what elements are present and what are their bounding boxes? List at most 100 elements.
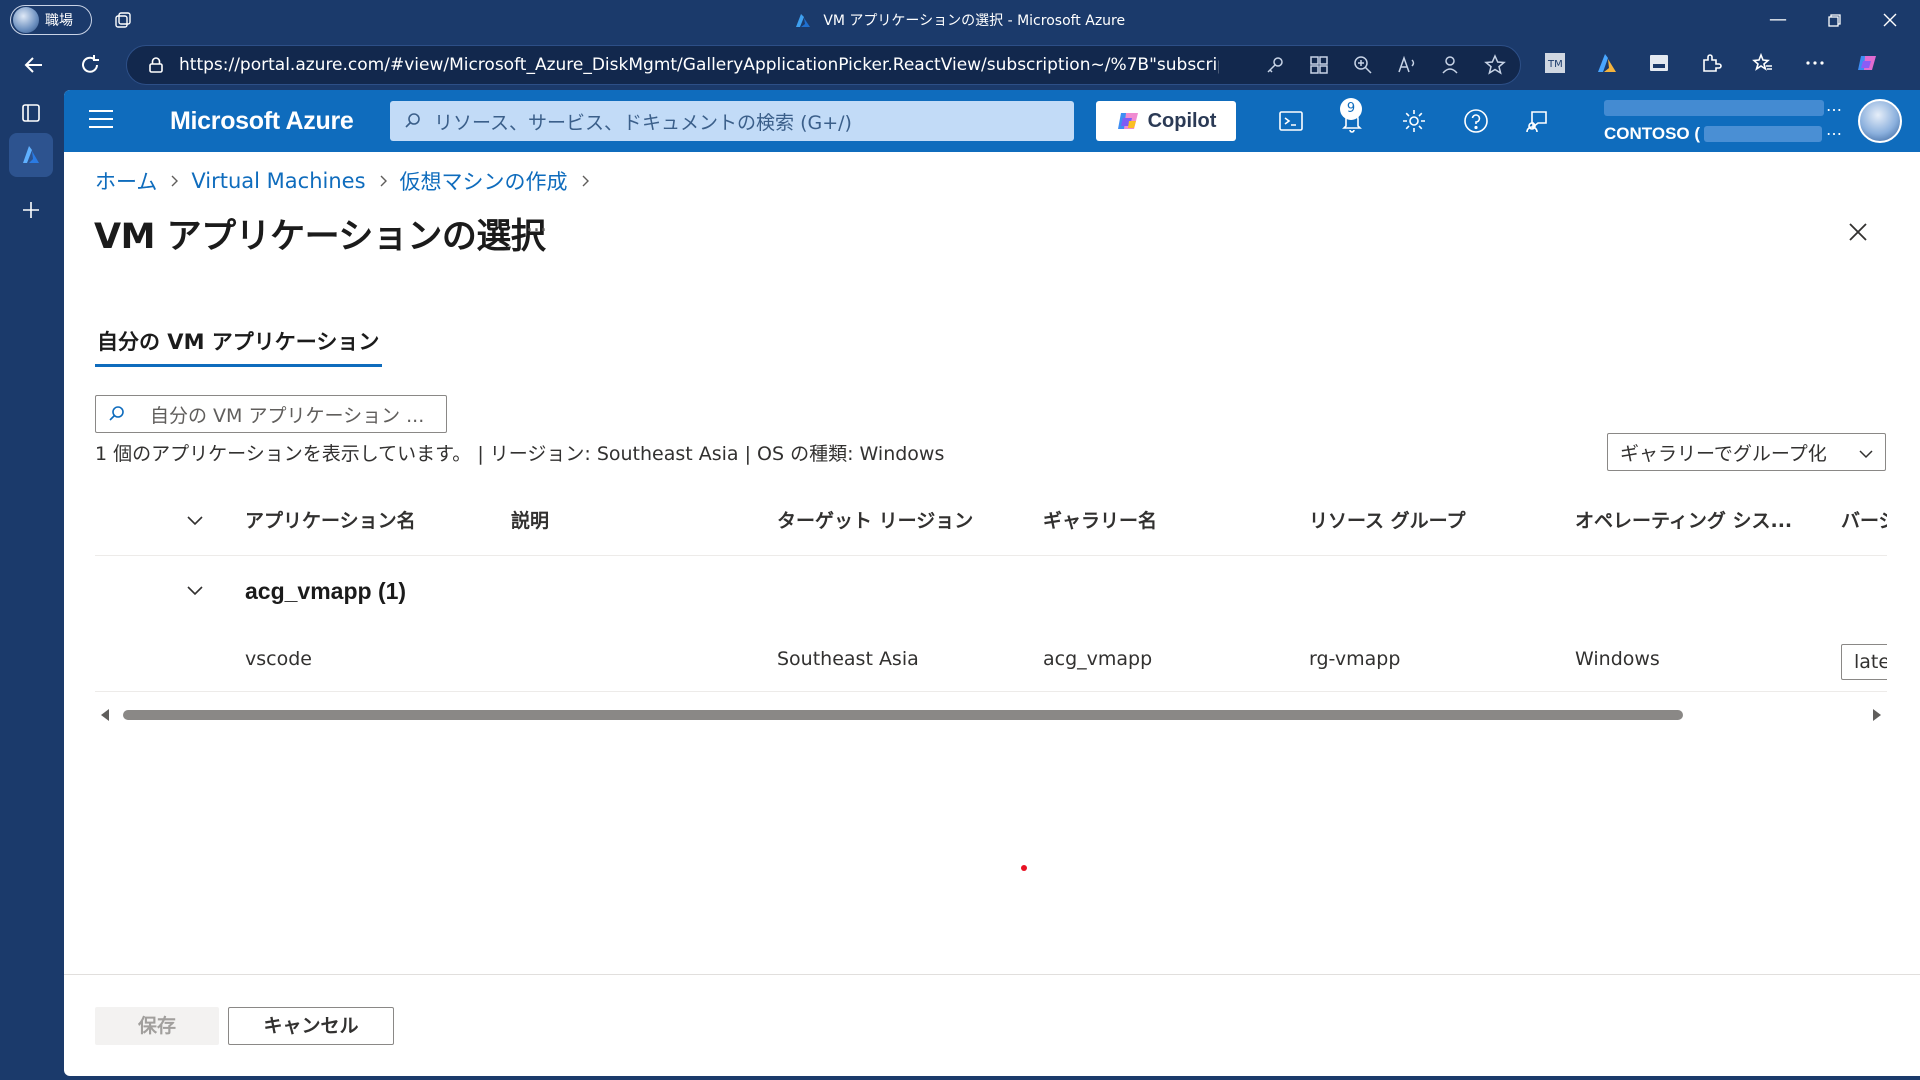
chevron-right-icon — [380, 175, 387, 187]
favorites-icon[interactable] — [1752, 52, 1774, 74]
person-shield-icon[interactable] — [1440, 54, 1462, 76]
column-header-os[interactable]: オペレーティング シス... — [1575, 506, 1792, 533]
version-select[interactable]: late — [1841, 644, 1887, 680]
minimize-icon[interactable]: — — [1766, 8, 1790, 32]
group-collapse-chevron-icon[interactable] — [185, 580, 205, 600]
portal-top-bar: Microsoft Azure リソース、サービス、ドキュメントの検索 (G+/… — [64, 90, 1920, 152]
results-summary: 1 個のアプリケーションを表示しています。 | リージョン: Southeast… — [95, 443, 945, 465]
menu-icon[interactable] — [89, 110, 113, 132]
breadcrumb-virtual-machines[interactable]: Virtual Machines — [191, 169, 365, 193]
group-label: acg_vmapp (1) — [245, 578, 407, 604]
applications-grid: アプリケーション名 説明 ターゲット リージョン ギャラリー名 リソース グルー… — [95, 486, 1887, 726]
tenant-more-icon: … — [1826, 120, 1842, 139]
copilot-browser-icon[interactable] — [1856, 52, 1878, 74]
browser-vertical-sidebar — [0, 90, 63, 1080]
extension-tm-icon[interactable]: TM — [1544, 52, 1566, 74]
copilot-icon — [1117, 113, 1138, 129]
azure-extension-icon[interactable] — [1596, 52, 1618, 74]
extensions-puzzle-icon[interactable] — [1700, 52, 1722, 74]
filter-placeholder: 自分の VM アプリケーション ... — [150, 404, 425, 427]
more-menu-icon[interactable] — [1804, 52, 1826, 74]
global-search-input[interactable]: リソース、サービス、ドキュメントの検索 (G+/) — [390, 101, 1074, 141]
column-header-gallery[interactable]: ギャラリー名 — [1043, 506, 1157, 533]
close-blade-icon[interactable] — [1846, 220, 1870, 244]
account-name-redacted — [1604, 100, 1824, 116]
browser-toolbar: https://portal.azure.com/#view/Microsoft… — [0, 40, 1920, 90]
address-bar[interactable]: https://portal.azure.com/#view/Microsoft… — [126, 45, 1521, 85]
cell-gallery: acg_vmapp — [1043, 648, 1153, 670]
chevron-right-icon — [582, 175, 589, 187]
help-icon[interactable] — [1462, 107, 1490, 135]
column-header-name[interactable]: アプリケーション名 — [245, 506, 416, 533]
feedback-icon[interactable] — [1524, 107, 1552, 135]
search-placeholder: リソース、サービス、ドキュメントの検索 (G+/) — [434, 111, 852, 134]
favorite-star-icon[interactable] — [1484, 54, 1506, 76]
cell-os: Windows — [1575, 648, 1660, 670]
restore-icon[interactable] — [1822, 8, 1846, 32]
cancel-button[interactable]: キャンセル — [228, 1007, 394, 1045]
new-tab-icon[interactable] — [19, 198, 43, 222]
chevron-down-icon — [1859, 450, 1873, 459]
group-by-dropdown[interactable]: ギャラリーでグループ化 — [1607, 433, 1886, 471]
cell-resource-group: rg-vmapp — [1309, 648, 1401, 670]
tab-actions-icon[interactable] — [19, 101, 43, 125]
cell-region: Southeast Asia — [777, 648, 919, 670]
settings-gear-icon[interactable] — [1400, 107, 1428, 135]
copilot-button[interactable]: Copilot — [1096, 101, 1236, 141]
column-header-description[interactable]: 説明 — [511, 506, 549, 533]
breadcrumb: ホーム Virtual Machines 仮想マシンの作成 — [95, 166, 602, 196]
search-icon — [405, 113, 420, 128]
page-title: VM アプリケーションの選択 — [94, 217, 546, 257]
azure-logo-icon — [795, 14, 810, 27]
tenant-label: CONTOSO ( — [1604, 124, 1701, 143]
window-title: VM アプリケーションの選択 - Microsoft Azure — [0, 10, 1920, 30]
blade-footer: 保存 キャンセル — [64, 974, 1920, 1076]
key-icon[interactable] — [1264, 54, 1286, 76]
account-info[interactable]: … CONTOSO ( … — [1604, 96, 1844, 143]
copilot-label: Copilot — [1147, 109, 1217, 132]
table-row[interactable]: vscode Southeast Asia acg_vmapp rg-vmapp… — [95, 624, 1887, 692]
portal-brand[interactable]: Microsoft Azure — [170, 107, 354, 136]
scrollbar-thumb[interactable] — [123, 710, 1683, 720]
url-text[interactable]: https://portal.azure.com/#view/Microsoft… — [179, 55, 1219, 75]
cursor-marker — [1021, 865, 1027, 871]
filter-input[interactable]: 自分の VM アプリケーション ... — [95, 395, 447, 433]
azure-portal: Microsoft Azure リソース、サービス、ドキュメントの検索 (G+/… — [64, 90, 1920, 1076]
save-button[interactable]: 保存 — [95, 1007, 219, 1045]
chevron-right-icon — [171, 175, 179, 187]
breadcrumb-home[interactable]: ホーム — [95, 166, 157, 196]
more-actions-button[interactable]: ... — [526, 212, 547, 237]
tenant-name-redacted — [1704, 126, 1822, 142]
lock-icon[interactable] — [147, 56, 165, 74]
read-aloud-icon[interactable] — [1396, 54, 1418, 76]
zoom-icon[interactable] — [1352, 54, 1374, 76]
grid-header-row: アプリケーション名 説明 ターゲット リージョン ギャラリー名 リソース グルー… — [95, 486, 1887, 556]
cloud-shell-icon[interactable] — [1277, 107, 1305, 135]
extension-window-icon[interactable] — [1648, 52, 1670, 74]
column-header-region[interactable]: ターゲット リージョン — [777, 506, 973, 533]
account-more-icon: … — [1826, 96, 1842, 115]
breadcrumb-create-vm[interactable]: 仮想マシンの作成 — [400, 166, 568, 196]
scroll-right-arrow-icon[interactable] — [1873, 709, 1881, 721]
scroll-left-arrow-icon[interactable] — [101, 709, 109, 721]
column-header-version[interactable]: バージ — [1841, 506, 1887, 533]
collapse-all-chevron-icon[interactable] — [185, 510, 205, 530]
tab-my-vm-applications[interactable]: 自分の VM アプリケーション — [97, 326, 379, 356]
cell-name: vscode — [245, 648, 312, 670]
notification-badge: 9 — [1340, 98, 1362, 120]
avatar[interactable] — [1858, 99, 1902, 143]
column-header-resource-group[interactable]: リソース グループ — [1309, 506, 1466, 533]
group-header-row[interactable]: acg_vmapp (1) — [95, 556, 1887, 624]
active-tab-azure[interactable] — [9, 133, 53, 177]
refresh-icon[interactable] — [78, 53, 102, 77]
back-icon[interactable] — [22, 53, 46, 77]
browser-title-bar: 職場 VM アプリケーションの選択 - Microsoft Azure — — [0, 0, 1920, 40]
group-by-label: ギャラリーでグループ化 — [1620, 442, 1827, 465]
apps-icon[interactable] — [1308, 54, 1330, 76]
tab-selected-indicator — [95, 364, 382, 367]
close-window-icon[interactable] — [1878, 8, 1902, 32]
search-icon — [109, 406, 124, 421]
horizontal-scrollbar[interactable] — [95, 707, 1887, 723]
svg-text:TM: TM — [1547, 59, 1563, 70]
azure-tab-icon — [23, 146, 39, 163]
